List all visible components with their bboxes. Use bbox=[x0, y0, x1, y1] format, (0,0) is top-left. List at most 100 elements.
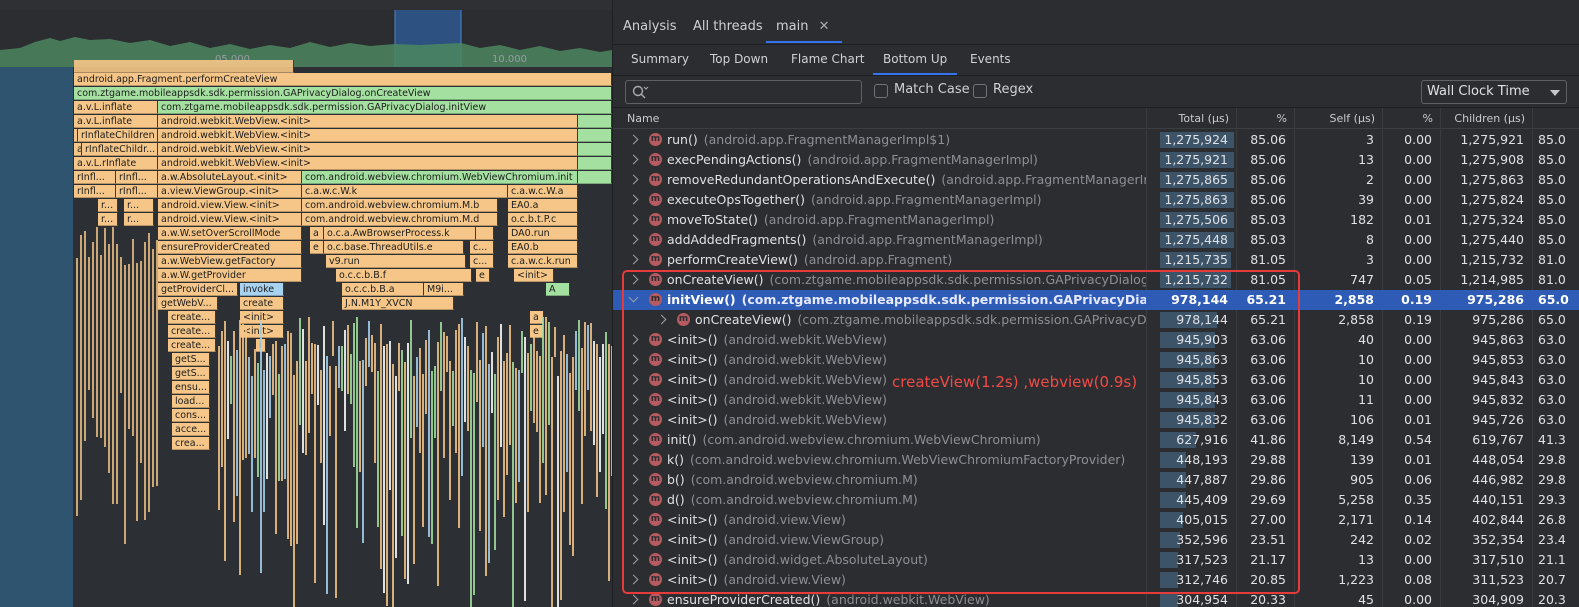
flame-stack-stripe[interactable] bbox=[518, 370, 520, 482]
flame-stack-stripe[interactable] bbox=[407, 343, 409, 584]
flame-frame[interactable]: android.view.View.<init> bbox=[158, 213, 302, 226]
flame-stack-stripe[interactable] bbox=[494, 374, 496, 550]
flame-frame[interactable]: rInflateChildren bbox=[78, 129, 158, 142]
flame-frame[interactable]: J.N.M1Y_XVCN bbox=[342, 297, 454, 310]
flame-stack-stripe[interactable] bbox=[608, 344, 610, 581]
flame-stack-stripe[interactable] bbox=[557, 376, 559, 607]
flame-frame[interactable]: android.webkit.WebView.<init> bbox=[158, 129, 578, 142]
flame-stack-stripe[interactable] bbox=[314, 344, 316, 583]
flame-stack-stripe[interactable] bbox=[443, 332, 445, 458]
flame-stack-stripe[interactable] bbox=[491, 352, 493, 413]
flame-stack-stripe[interactable] bbox=[551, 357, 553, 607]
flame-frame[interactable]: crea... bbox=[172, 437, 210, 450]
flame-frame[interactable]: ensureProviderCreated bbox=[158, 241, 302, 254]
flame-stack-stripe[interactable] bbox=[305, 361, 307, 455]
flame-frame[interactable]: c.a.w.c.W.k bbox=[302, 185, 508, 198]
flame-stack-stripe[interactable] bbox=[362, 360, 364, 543]
clock-type-select[interactable]: Wall Clock Time bbox=[1421, 80, 1567, 104]
flame-stack-stripe[interactable] bbox=[287, 331, 289, 539]
flame-stack-stripe[interactable] bbox=[371, 335, 373, 372]
flame-frame[interactable] bbox=[476, 227, 494, 240]
flame-stack-stripe[interactable] bbox=[590, 323, 592, 431]
flame-stack-stripe[interactable] bbox=[509, 325, 511, 445]
flame-frame[interactable]: android.webkit.WebView.<init> bbox=[158, 157, 578, 170]
flame-stack-stripe[interactable] bbox=[281, 346, 283, 481]
flame-stack-stripe[interactable] bbox=[293, 375, 295, 607]
flame-stack-stripe[interactable] bbox=[275, 341, 277, 534]
tab-main[interactable]: main ✕ bbox=[766, 10, 842, 43]
flame-frame[interactable]: getWebV... bbox=[158, 297, 218, 310]
flame-frame[interactable]: e bbox=[476, 269, 490, 282]
flame-stack-stripe[interactable] bbox=[563, 335, 565, 512]
table-row[interactable]: m execPendingActions() (android.app.Fragme… bbox=[613, 150, 1579, 170]
flame-stack-stripe[interactable] bbox=[76, 258, 78, 516]
flame-frame[interactable]: e bbox=[310, 241, 324, 254]
flame-stack-stripe[interactable] bbox=[148, 233, 150, 512]
flame-stack-stripe[interactable] bbox=[239, 320, 241, 575]
flame-frame[interactable] bbox=[578, 143, 612, 156]
flame-frame[interactable]: <init> bbox=[514, 269, 554, 282]
flame-frame[interactable]: rInfl... bbox=[74, 171, 116, 184]
flame-stack-stripe[interactable] bbox=[341, 346, 343, 391]
flame-frame[interactable]: a bbox=[310, 227, 324, 240]
flame-frame[interactable]: getS... bbox=[172, 353, 210, 366]
chevron-right-icon[interactable] bbox=[628, 594, 639, 605]
flame-frame[interactable]: M9i... bbox=[424, 283, 464, 296]
chevron-right-icon[interactable] bbox=[628, 214, 639, 225]
flame-stack-stripe[interactable] bbox=[116, 244, 118, 504]
col-header-children[interactable]: Children (µs) bbox=[1440, 108, 1532, 129]
search-input[interactable] bbox=[652, 83, 852, 101]
flame-stack-stripe[interactable] bbox=[245, 328, 247, 458]
flame-stack-stripe[interactable] bbox=[497, 337, 499, 500]
flame-stack-stripe[interactable] bbox=[560, 351, 562, 600]
flame-stack-stripe[interactable] bbox=[104, 228, 106, 447]
flame-frame[interactable]: ensu... bbox=[172, 381, 210, 394]
col-header-name[interactable]: Name bbox=[613, 108, 1146, 129]
flame-frame[interactable]: a.w.W.setOverScrollMode bbox=[158, 227, 302, 240]
flame-stack-stripe[interactable] bbox=[530, 344, 532, 411]
flame-stack-stripe[interactable] bbox=[470, 370, 472, 607]
flame-frame[interactable]: a.v.L.inflate bbox=[74, 143, 82, 156]
flame-stack-stripe[interactable] bbox=[479, 360, 481, 531]
flame-stack-stripe[interactable] bbox=[290, 333, 292, 546]
flame-frame[interactable]: create... bbox=[168, 311, 216, 324]
flame-stack-stripe[interactable] bbox=[326, 356, 328, 594]
flame-stack-stripe[interactable] bbox=[572, 357, 574, 556]
tab-flame-chart[interactable]: Flame Chart bbox=[791, 45, 864, 75]
flame-frame[interactable]: a.w.WebView.getFactory bbox=[158, 255, 302, 268]
flame-stack-stripe[interactable] bbox=[392, 364, 394, 607]
flame-stack-stripe[interactable] bbox=[422, 374, 424, 527]
flame-stack-stripe[interactable] bbox=[413, 376, 415, 564]
search-box[interactable] bbox=[625, 80, 862, 104]
flame-frame[interactable]: r... bbox=[98, 213, 118, 226]
chevron-right-icon[interactable] bbox=[628, 154, 639, 165]
flame-stack-stripe[interactable] bbox=[230, 356, 232, 404]
flame-frame[interactable]: c... bbox=[470, 241, 494, 254]
flame-frame[interactable]: a.v.L.inflate bbox=[74, 101, 158, 114]
flame-stack-stripe[interactable] bbox=[395, 376, 397, 558]
table-row[interactable]: m removeRedundantOperationsAndExecute() (a… bbox=[613, 170, 1579, 190]
flame-stack-stripe[interactable] bbox=[425, 340, 427, 414]
flame-stack-stripe[interactable] bbox=[380, 324, 382, 569]
flame-stack-stripe[interactable] bbox=[596, 344, 598, 497]
flame-stack-stripe[interactable] bbox=[419, 348, 421, 453]
flame-frame[interactable]: load... bbox=[172, 395, 210, 408]
flame-stack-stripe[interactable] bbox=[156, 240, 158, 486]
flame-frame[interactable]: <init> bbox=[240, 311, 284, 324]
flame-stack-stripe[interactable] bbox=[251, 376, 253, 512]
flame-stack-stripe[interactable] bbox=[458, 324, 460, 528]
flame-stack-stripe[interactable] bbox=[84, 231, 86, 441]
tab-summary[interactable]: Summary bbox=[631, 45, 689, 75]
flame-frame[interactable]: android.app.Fragment.performCreateView bbox=[74, 73, 612, 86]
flame-frame[interactable]: c... bbox=[470, 255, 494, 268]
flame-stack-stripe[interactable] bbox=[398, 343, 400, 391]
col-header-self-pct[interactable]: % bbox=[1382, 108, 1440, 129]
flame-stack-stripe[interactable] bbox=[317, 345, 319, 405]
flame-stack-stripe[interactable] bbox=[482, 333, 484, 447]
flame-stack-stripe[interactable] bbox=[449, 361, 451, 500]
flame-frame[interactable]: rInfl... bbox=[116, 185, 158, 198]
flame-stack-stripe[interactable] bbox=[236, 350, 238, 496]
flame-stack-stripe[interactable] bbox=[347, 325, 349, 394]
flame-frame[interactable]: getProviderCl... bbox=[158, 283, 238, 296]
flame-frame[interactable]: a.w.W.getProvider bbox=[158, 269, 302, 282]
